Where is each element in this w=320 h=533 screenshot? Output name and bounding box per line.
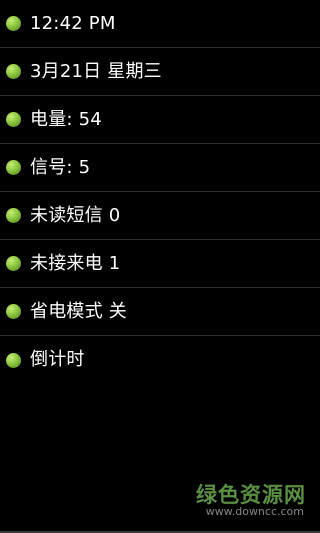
- list-item-label: 12:42 PM: [30, 12, 116, 34]
- list-item-battery[interactable]: 电量: 54: [0, 96, 320, 144]
- green-dot-icon: [6, 256, 21, 271]
- green-dot-icon: [6, 304, 21, 319]
- green-dot-icon: [6, 16, 21, 31]
- list-item-label: 未接来电 1: [30, 252, 121, 274]
- list-item-label: 倒计时: [30, 349, 85, 370]
- list-item-label: 未读短信 0: [30, 204, 121, 226]
- green-dot-icon: [6, 352, 21, 368]
- green-dot-icon: [6, 160, 21, 175]
- green-dot-icon: [6, 64, 21, 79]
- list-item-unread-sms[interactable]: 未读短信 0: [0, 192, 320, 240]
- green-dot-icon: [6, 208, 21, 223]
- list-item-missed-calls[interactable]: 未接来电 1: [0, 240, 320, 288]
- status-list: 12:42 PM 3月21日 星期三 电量: 54 信号: 5 未读短信 0 未…: [0, 0, 320, 384]
- list-item-label: 省电模式 关: [30, 300, 127, 322]
- list-item-countdown[interactable]: 倒计时: [0, 336, 320, 384]
- list-item-label: 信号: 5: [30, 156, 91, 178]
- list-item-label: 3月21日 星期三: [30, 60, 162, 82]
- watermark-url: www.downcc.com: [205, 505, 304, 518]
- list-item-time[interactable]: 12:42 PM: [0, 0, 320, 48]
- list-item-date[interactable]: 3月21日 星期三: [0, 48, 320, 96]
- list-item-signal[interactable]: 信号: 5: [0, 144, 320, 192]
- list-item-label: 电量: 54: [30, 108, 102, 130]
- green-dot-icon: [6, 112, 21, 127]
- list-item-power-saving[interactable]: 省电模式 关: [0, 288, 320, 336]
- watermark: 绿色资源网 www.downcc.com: [176, 479, 306, 521]
